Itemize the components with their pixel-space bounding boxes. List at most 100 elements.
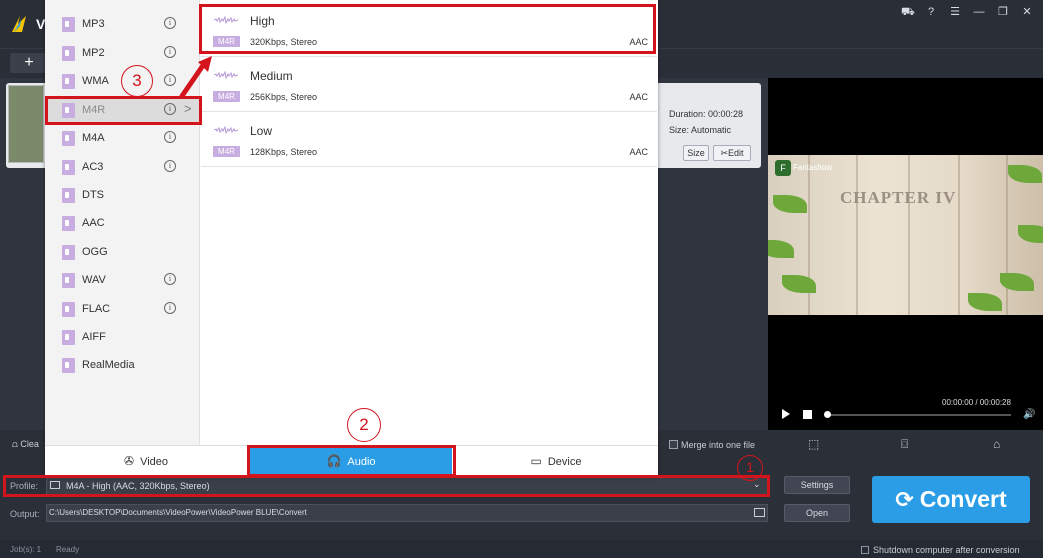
seek-bar[interactable] (826, 414, 1011, 416)
format-item-m4a[interactable]: M4A i (45, 124, 200, 152)
refresh-icon: ⟳ (895, 487, 914, 512)
stop-icon[interactable] (803, 410, 812, 419)
highlight-tab-audio (247, 445, 456, 477)
format-label: AIFF (82, 331, 106, 343)
open-button[interactable]: Open (784, 504, 850, 522)
annotation-arrow-icon (179, 56, 212, 99)
format-item-aac[interactable]: AAC (45, 209, 200, 237)
waveform-icon (214, 126, 238, 134)
edit-label: Edit (728, 148, 744, 158)
convert-label: Convert (919, 486, 1007, 512)
audio-file-icon (62, 302, 75, 317)
seek-handle[interactable] (824, 411, 831, 418)
format-item-flac[interactable]: FLAC i (45, 295, 200, 323)
format-label: AAC (82, 217, 105, 229)
quality-name: Low (250, 124, 273, 138)
highlight-profile (3, 475, 770, 497)
status-jobs: Job(s): 1 (10, 545, 42, 554)
format-item-aiff[interactable]: AIFF (45, 323, 200, 351)
format-label: FLAC (82, 303, 111, 315)
film-reel-icon: ✇ (124, 454, 135, 468)
cart-icon[interactable]: ⛟ (901, 6, 915, 18)
snapshot-camera-icon[interactable]: ⌼ (901, 437, 908, 452)
edit-button[interactable]: ✂Edit (713, 145, 751, 161)
browse-folder-icon[interactable] (754, 508, 765, 517)
shutdown-checkbox[interactable] (861, 546, 869, 554)
audio-file-icon (62, 46, 75, 61)
info-icon[interactable]: i (164, 302, 176, 314)
status-ready: Ready (56, 545, 80, 554)
video-frame (768, 155, 1043, 315)
format-label: M4A (82, 132, 105, 144)
settings-button[interactable]: Settings (784, 476, 850, 494)
tab-label: Device (547, 456, 582, 468)
clear-button[interactable]: ⩍ Clea (12, 439, 39, 450)
info-icon[interactable]: i (164, 131, 176, 143)
output-path-value: C:\Users\DESKTOP\Documents\VideoPower\Vi… (49, 508, 307, 517)
audio-file-icon (62, 216, 75, 231)
app-title: V (36, 16, 46, 32)
shutdown-label: Shutdown computer after conversion (873, 545, 1020, 555)
help-icon[interactable]: ? (925, 6, 937, 18)
format-item-wav[interactable]: WAV i (45, 266, 200, 294)
audio-file-icon (62, 17, 75, 32)
format-item-ac3[interactable]: AC3 i (45, 153, 200, 181)
quality-desc: 256Kbps, Stereo (250, 92, 318, 102)
window-controls: ⛟ ? ☰ — ❐ ✕ (901, 6, 1033, 18)
format-label: MP2 (82, 47, 105, 59)
app-logo-icon (12, 16, 26, 32)
playback-time: 00:00:00 / 00:00:28 (942, 398, 1011, 407)
add-file-button[interactable]: + (10, 53, 48, 73)
format-label: OGG (82, 246, 108, 258)
close-icon[interactable]: ✕ (1021, 6, 1033, 18)
quality-row-medium[interactable]: Medium M4R 256Kbps, Stereo AAC (201, 57, 657, 112)
scissors-icon: ✂ (720, 148, 729, 158)
audio-file-icon (62, 188, 75, 203)
annotation-step-3: 3 (121, 65, 153, 97)
waveform-icon (214, 71, 238, 79)
volume-icon[interactable]: 🔊 (1023, 409, 1035, 420)
video-watermark-logo: F (775, 160, 791, 176)
crop-icon[interactable]: ⬚ (808, 437, 819, 451)
output-label: Output: (10, 509, 40, 519)
quality-row-low[interactable]: Low M4R 128Kbps, Stereo AAC (201, 112, 657, 167)
clear-label: Clea (20, 439, 39, 449)
audio-file-icon (62, 160, 75, 175)
format-label: AC3 (82, 161, 104, 173)
format-tag: M4R (213, 91, 240, 102)
format-label: MP3 (82, 18, 105, 30)
maximize-icon[interactable]: ❐ (997, 6, 1009, 18)
format-item-ogg[interactable]: OGG (45, 238, 200, 266)
format-label: WMA (82, 75, 109, 87)
tab-video[interactable]: ✇ Video (46, 446, 246, 477)
devices-icon: ▭ (530, 454, 542, 468)
audio-file-icon (62, 74, 75, 89)
format-label: DTS (82, 189, 104, 201)
tab-label: Video (140, 456, 168, 468)
quality-codec: AAC (629, 147, 648, 157)
audio-file-icon (62, 273, 75, 288)
highlight-format-m4r (45, 96, 202, 125)
info-icon[interactable]: i (164, 17, 176, 29)
format-item-dts[interactable]: DTS (45, 181, 200, 209)
info-icon[interactable]: i (164, 273, 176, 285)
tab-device[interactable]: ▭ Device (456, 446, 656, 477)
list-icon[interactable]: ☰ (949, 6, 961, 18)
info-icon[interactable]: i (164, 160, 176, 172)
convert-button[interactable]: ⟳ Convert (872, 476, 1030, 523)
open-folder-icon[interactable]: ⌂ (993, 437, 1000, 451)
merge-label: Merge into one file (681, 440, 756, 450)
file-duration: Duration: 00:00:28 (669, 109, 744, 119)
info-icon[interactable]: i (164, 46, 176, 58)
annotation-step-1: 1 (737, 455, 763, 481)
size-button[interactable]: Size (683, 145, 709, 161)
minimize-icon[interactable]: — (973, 6, 985, 18)
file-size: Size: Automatic (669, 125, 732, 135)
audio-file-icon (62, 131, 75, 146)
format-item-mp3[interactable]: MP3 i (45, 10, 200, 38)
audio-file-icon (62, 245, 75, 260)
play-icon[interactable] (782, 409, 790, 419)
info-icon[interactable]: i (164, 74, 176, 86)
format-item-realmedia[interactable]: RealMedia (45, 351, 200, 379)
merge-checkbox[interactable] (669, 440, 678, 449)
